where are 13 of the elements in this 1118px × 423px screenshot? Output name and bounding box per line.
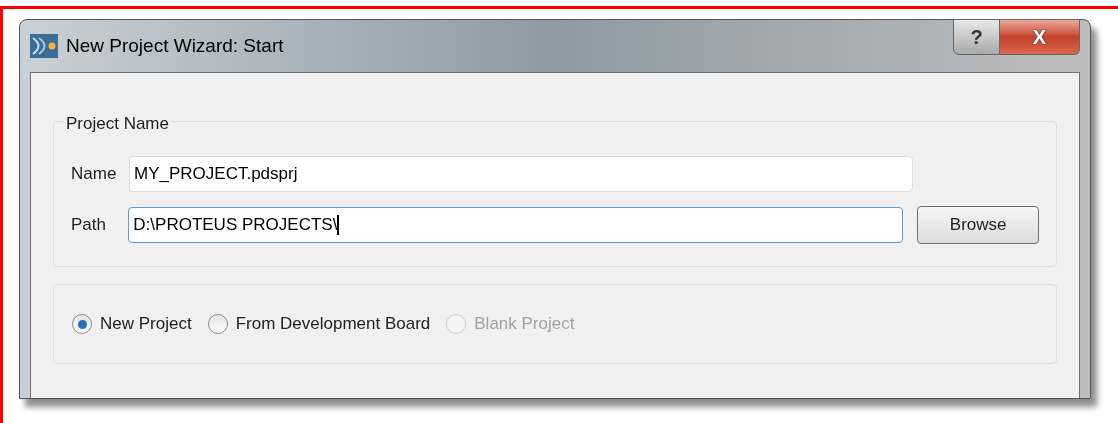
browse-button[interactable]: Browse (917, 206, 1039, 244)
text-field[interactable]: MY_PROJECT.pdsprj (129, 156, 913, 192)
radio-button[interactable] (207, 314, 228, 334)
app-logo-icon (30, 34, 58, 59)
radio-label[interactable]: New Project (100, 311, 192, 337)
radio-label[interactable]: From Development Board (235, 311, 431, 337)
field-label: Path (71, 214, 107, 237)
field-label: Name (71, 163, 118, 186)
window-title: New Project Wizard: Start (66, 34, 284, 58)
close-button[interactable]: X (1000, 19, 1080, 55)
radio-button[interactable] (72, 314, 92, 334)
help-button[interactable]: ? (953, 19, 1000, 55)
text-field[interactable]: D:\PROTEUS PROJECTS\ (128, 207, 904, 243)
